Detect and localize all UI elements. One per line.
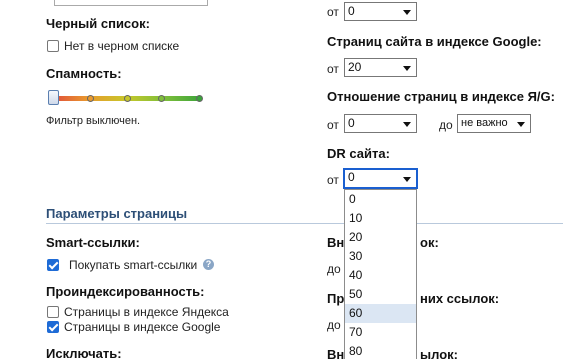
chevron-down-icon: [403, 177, 411, 182]
dr-option[interactable]: 50: [345, 285, 416, 304]
indexed-title: Проиндексированность:: [46, 284, 205, 299]
partial-to-label-2: до: [327, 318, 341, 332]
yandex-index-checkbox[interactable]: [47, 306, 59, 318]
page-params-section-title: Параметры страницы: [46, 206, 188, 221]
partial-title-3-suffix: ылок:: [420, 347, 458, 362]
slider-stop: [124, 95, 131, 102]
google-index-checkbox[interactable]: [47, 321, 59, 333]
ratio-from-value: 0: [348, 116, 355, 130]
blacklist-checkbox-label: Нет в черном списке: [64, 39, 180, 53]
ratio-to-select[interactable]: не важно: [457, 114, 531, 133]
dr-option[interactable]: 30: [345, 247, 416, 266]
ratio-from-select[interactable]: 0: [344, 114, 417, 133]
dr-option[interactable]: 10: [345, 209, 416, 228]
dr-from-value: 0: [348, 170, 355, 184]
dr-option[interactable]: 40: [345, 266, 416, 285]
spam-title: Спамность:: [46, 66, 122, 81]
dr-option[interactable]: 0: [345, 190, 416, 209]
dr-title: DR сайта:: [327, 146, 390, 161]
first-from-value: 0: [348, 4, 355, 18]
ratio-title: Отношение страниц в индексе Я/G:: [327, 89, 555, 104]
first-from-label: от: [327, 5, 339, 19]
partial-to-label-1: до: [327, 262, 341, 276]
partial-title-2-suffix: них ссылок:: [420, 291, 500, 306]
chevron-down-icon: [403, 122, 411, 127]
dr-option[interactable]: 70: [345, 323, 416, 342]
partial-title-2: Пр: [327, 291, 345, 306]
dr-option-hovered[interactable]: 60: [345, 304, 416, 323]
dr-from-select[interactable]: 0: [343, 168, 418, 189]
section-divider: [46, 223, 563, 224]
slider-stop: [158, 95, 165, 102]
ratio-to-label: до: [439, 118, 453, 132]
google-index-label: Страницы в индексе Google: [64, 320, 221, 334]
first-from-select[interactable]: 0: [344, 2, 417, 21]
chevron-down-icon: [403, 10, 411, 15]
smart-links-checkbox[interactable]: [47, 259, 59, 271]
partial-title-1-suffix: ок:: [420, 235, 439, 250]
blacklist-checkbox[interactable]: [47, 40, 59, 52]
ratio-from-label: от: [327, 118, 339, 132]
help-icon[interactable]: ?: [203, 259, 214, 270]
chevron-down-icon: [403, 66, 411, 71]
dr-option[interactable]: 20: [345, 228, 416, 247]
partial-title-3: Вн: [327, 347, 345, 362]
google-pages-select[interactable]: 20: [344, 58, 417, 77]
dr-dropdown-list[interactable]: 0 10 20 30 40 50 60 70 80: [344, 189, 417, 359]
dr-from-label: от: [327, 173, 339, 187]
google-pages-value: 20: [348, 60, 362, 74]
slider-stop: [87, 95, 94, 102]
smart-links-checkbox-label: Покупать smart-ссылки: [69, 258, 198, 272]
spam-filter-status: Фильтр выключен.: [46, 115, 141, 127]
chevron-down-icon: [517, 122, 525, 127]
blacklist-title: Черный список:: [46, 16, 150, 31]
google-pages-title: Страниц сайта в индексе Google:: [327, 34, 542, 49]
slider-stop: [196, 95, 203, 102]
spam-slider-handle[interactable]: [48, 90, 59, 105]
ratio-to-value: не важно: [461, 117, 508, 129]
google-pages-from-label: от: [327, 62, 339, 76]
smart-links-title: Smart-ссылки:: [46, 235, 140, 250]
top-input-partial[interactable]: [54, 0, 208, 6]
dr-option[interactable]: 80: [345, 342, 416, 359]
yandex-index-label: Страницы в индексе Яндекса: [64, 305, 229, 319]
partial-title-1: Вн: [327, 235, 345, 250]
